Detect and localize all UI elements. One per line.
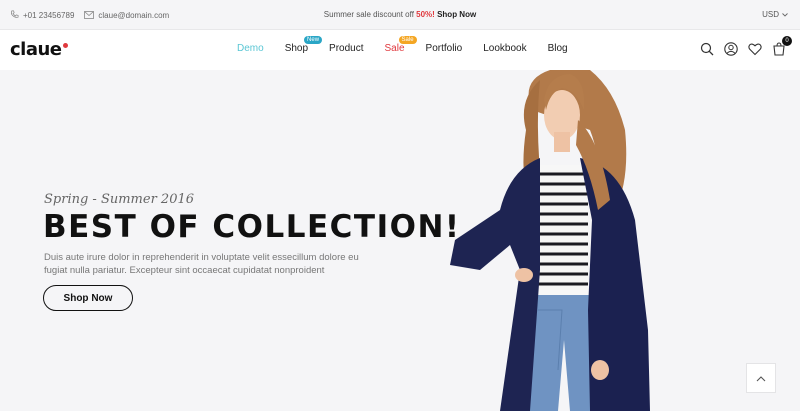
promo-banner: Summer sale discount off 50%! Shop Now [0, 10, 800, 19]
promo-shop-link[interactable]: Shop Now [437, 10, 476, 19]
hero-model-image [450, 70, 650, 411]
nav-item-product[interactable]: Product [329, 43, 363, 54]
promo-percent: 50%! [416, 10, 435, 19]
site-header: claue Demo Shop New Product Sale Sale Port… [0, 30, 800, 70]
top-bar: +01 23456789 claue@domain.com Summer sal… [0, 0, 800, 30]
nav-item-portfolio[interactable]: Portfolio [426, 43, 463, 54]
hero-banner: Spring - Summer 2016 BEST OF COLLECTION!… [0, 70, 800, 411]
nav-label: Blog [547, 43, 568, 54]
chevron-down-icon [782, 10, 788, 19]
nav-label: Sale [384, 43, 405, 54]
currency-value: USD [762, 10, 779, 19]
shop-now-button[interactable]: Shop Now [43, 285, 133, 311]
nav-item-shop[interactable]: Shop New [284, 36, 323, 54]
search-icon[interactable] [700, 42, 714, 56]
cart-count-badge: 0 [782, 36, 792, 46]
hero-description: Duis aute irure dolor in reprehenderit i… [44, 252, 359, 276]
nav-item-sale[interactable]: Sale Sale [384, 36, 417, 54]
logo-dot [62, 43, 68, 48]
nav-item-demo[interactable]: Demo [237, 43, 264, 54]
nav-label: Demo [237, 43, 264, 54]
hero-subtitle: Spring - Summer 2016 [44, 192, 195, 207]
cart-icon[interactable]: 0 [772, 36, 792, 56]
heart-icon[interactable] [748, 42, 762, 56]
nav-label: Lookbook [483, 43, 527, 54]
nav-item-lookbook[interactable]: Lookbook [483, 43, 526, 54]
nav-label: Portfolio [425, 43, 463, 54]
nav-label: Product [329, 43, 364, 54]
header-icons: 0 [700, 36, 792, 56]
back-to-top-button[interactable] [746, 363, 776, 393]
main-nav: Demo Shop New Product Sale Sale Portfolio … [237, 36, 589, 54]
user-icon[interactable] [724, 42, 738, 56]
nav-label: Shop [284, 43, 309, 54]
sale-badge: Sale [398, 36, 417, 44]
nav-item-blog[interactable]: Blog [548, 43, 568, 54]
currency-selector[interactable]: USD [762, 10, 788, 19]
hero-headline: BEST OF COLLECTION! [43, 209, 461, 245]
new-badge: New [304, 36, 323, 44]
logo[interactable]: claue [10, 39, 68, 60]
promo-text: Summer sale discount off [323, 10, 414, 19]
logo-text: claue [10, 39, 62, 60]
chevron-up-icon [756, 369, 766, 387]
